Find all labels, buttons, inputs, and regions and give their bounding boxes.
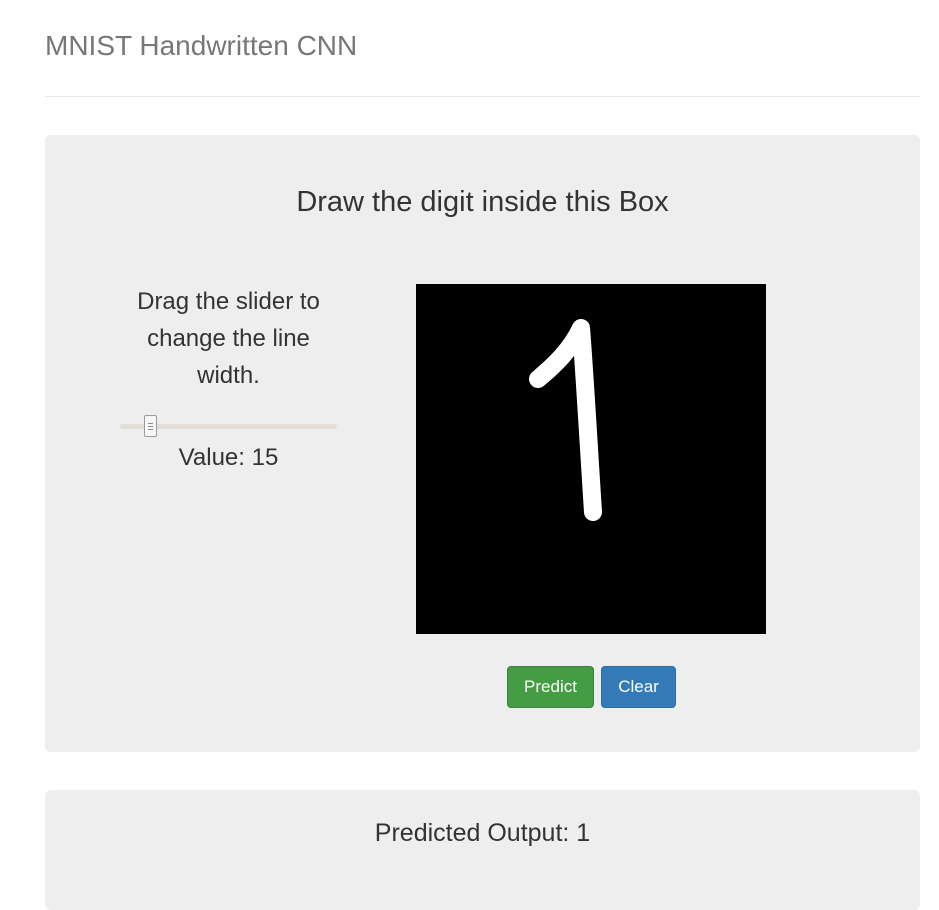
drawing-canvas[interactable] — [416, 284, 766, 634]
slider-grip-line — [148, 426, 153, 427]
slider-grip-line — [148, 423, 153, 424]
clear-button[interactable]: Clear — [601, 666, 676, 708]
drawn-digit-stroke — [529, 319, 602, 521]
slider-handle[interactable] — [144, 415, 157, 437]
slider-instructions: Drag the slider to change the line width… — [137, 288, 320, 389]
header-divider — [45, 96, 920, 97]
predicted-output: Predicted Output: 1 — [374, 819, 591, 847]
draw-panel: Draw the digit inside this Box Drag the … — [45, 135, 920, 752]
page-title: MNIST Handwritten CNN — [45, 30, 358, 61]
predict-button[interactable]: Predict — [507, 666, 594, 708]
slider-value: Value: 15 — [178, 444, 279, 471]
output-panel: Predicted Output: 1 — [45, 790, 920, 910]
slider-grip-line — [148, 429, 153, 430]
draw-panel-title: Draw the digit inside this Box — [296, 186, 669, 218]
